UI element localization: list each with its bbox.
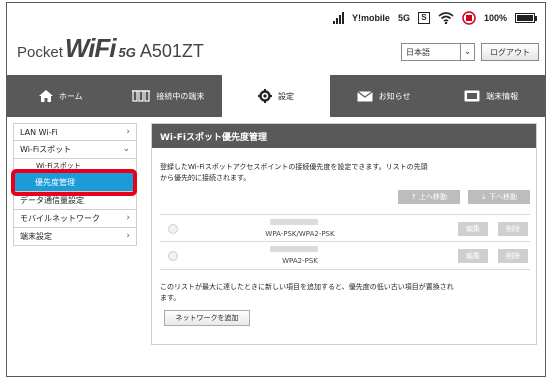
battery-icon xyxy=(515,13,537,23)
network-type: 5G xyxy=(397,13,410,23)
tab-home[interactable]: ホーム xyxy=(7,75,115,117)
tab-notifications-label: お知らせ xyxy=(378,91,411,101)
tab-settings[interactable]: 設定 xyxy=(222,75,330,117)
access-point-list: WPA-PSK/WPA2-PSK 編集 削除 WPA2-PSK 編集 削除 xyxy=(160,214,530,270)
brand-model: A501ZT xyxy=(139,41,204,61)
chevron-down-icon: ⌄ xyxy=(122,144,130,154)
select-radio[interactable] xyxy=(168,251,178,261)
chevron-right-icon: › xyxy=(126,231,130,241)
alert-icon xyxy=(462,11,476,25)
sidebar-item-label: LAN Wi-Fi xyxy=(20,127,58,137)
logout-button[interactable]: ログアウト xyxy=(481,43,539,61)
header: Pocket WiFi 5G A501ZT Y!mobile 5G S 100%… xyxy=(7,3,545,75)
edit-button[interactable]: 編集 xyxy=(458,222,488,236)
status-bar: Y!mobile 5G S 100% xyxy=(332,9,537,27)
router-admin-window: Pocket WiFi 5G A501ZT Y!mobile 5G S 100%… xyxy=(6,2,546,377)
devices-icon xyxy=(132,90,151,102)
panel-description: 登録したWi-Fiスポットアクセスポイントの接続優先度を設定できます。リストの先… xyxy=(160,163,428,182)
device-info-icon xyxy=(464,90,480,102)
move-up-button[interactable]: ↑ 上へ移動 xyxy=(398,190,460,204)
sidebar-item-label: モバイルネットワーク xyxy=(20,214,100,223)
list-item[interactable]: WPA2-PSK 編集 削除 xyxy=(160,242,530,270)
select-radio[interactable] xyxy=(168,224,178,234)
move-down-button[interactable]: ↓ 下へ移動 xyxy=(468,190,530,204)
delete-button[interactable]: 削除 xyxy=(498,249,528,263)
add-network-button[interactable]: ネットワークを追加 xyxy=(164,310,250,326)
tab-device-info[interactable]: 端末情報 xyxy=(437,75,545,117)
tab-notifications[interactable]: お知らせ xyxy=(330,75,438,117)
brand-5g: 5G xyxy=(118,45,136,60)
brand-logo: Pocket WiFi 5G A501ZT xyxy=(17,33,204,63)
sim-icon: S xyxy=(417,12,430,24)
chevron-right-icon: › xyxy=(126,213,130,223)
brand-wifi: WiFi xyxy=(64,33,117,63)
sidebar-item-label: Wi-Fiスポット xyxy=(20,145,72,154)
list-item[interactable]: WPA-PSK/WPA2-PSK 編集 削除 xyxy=(160,214,530,242)
highlight-callout xyxy=(11,169,137,196)
tab-settings-label: 設定 xyxy=(277,91,294,101)
sidebar-item-label: データ通信量設定 xyxy=(20,196,84,205)
tab-connected-devices[interactable]: 接続中の端末 xyxy=(115,75,223,117)
language-select[interactable]: 日本語 ⌄ xyxy=(401,43,475,61)
tab-device-info-label: 端末情報 xyxy=(486,91,519,101)
wifi-icon xyxy=(438,12,454,24)
ssid-redacted xyxy=(270,219,318,225)
tab-connected-devices-label: 接続中の端末 xyxy=(156,91,205,101)
home-icon xyxy=(38,90,53,102)
signal-strength-icon xyxy=(332,12,344,24)
sidebar-item-label: 端末設定 xyxy=(20,232,52,241)
ssid-redacted xyxy=(270,246,318,252)
main-nav: ホーム 接続中の端末 設定 お知らせ 端末情報 xyxy=(7,75,545,117)
chevron-right-icon: › xyxy=(126,127,130,137)
delete-button[interactable]: 削除 xyxy=(498,222,528,236)
sidebar-item-device-settings[interactable]: 端末設定 › xyxy=(13,228,137,246)
sidebar-item-wifi-spot[interactable]: Wi-Fiスポット ⌄ xyxy=(13,141,137,159)
sidebar-item-lan-wifi[interactable]: LAN Wi-Fi › xyxy=(13,123,137,141)
language-value: 日本語 xyxy=(406,47,430,57)
sidebar-item-mobile-network[interactable]: モバイルネットワーク › xyxy=(13,210,137,228)
replacement-note: このリストが最大に達したときに新しい項目を追加すると、優先度の低い古い項目が置換… xyxy=(160,283,454,302)
priority-panel: Wi-Fiスポット優先度管理 登録したWi-Fiスポットアクセスポイントの接続優… xyxy=(151,123,537,345)
page-title: Wi-Fiスポット優先度管理 xyxy=(152,124,536,148)
brand-pocket: Pocket xyxy=(17,44,63,61)
mail-icon xyxy=(356,90,373,101)
edit-button[interactable]: 編集 xyxy=(458,249,488,263)
security-type: WPA2-PSK xyxy=(282,257,318,265)
gear-icon xyxy=(257,89,272,103)
battery-percent: 100% xyxy=(483,13,507,23)
carrier-name: Y!mobile xyxy=(351,13,390,23)
tab-home-label: ホーム xyxy=(58,91,83,101)
chevron-down-icon: ⌄ xyxy=(460,44,474,60)
security-type: WPA-PSK/WPA2-PSK xyxy=(265,230,335,238)
